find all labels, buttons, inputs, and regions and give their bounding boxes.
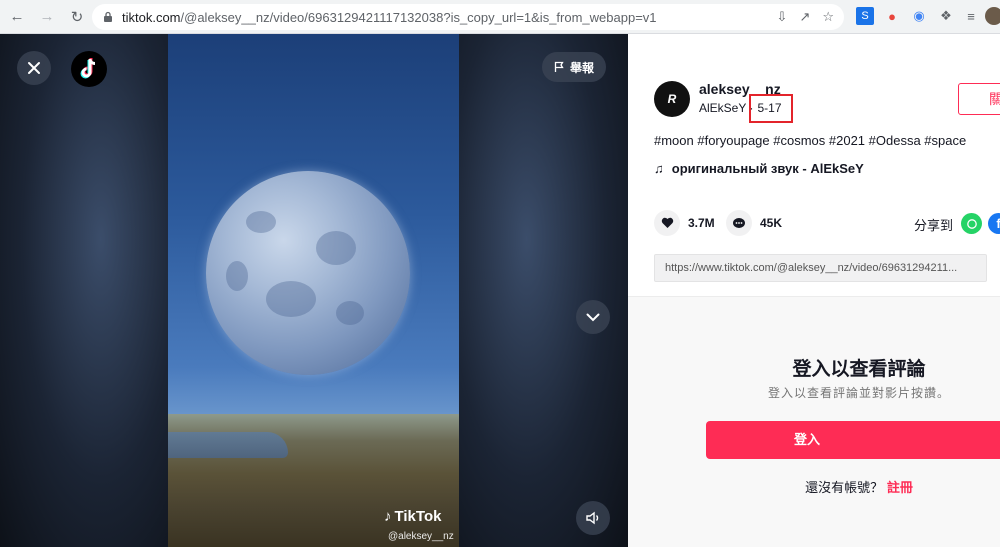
speaker-icon: [586, 511, 599, 525]
signup-link[interactable]: 註冊: [887, 480, 913, 495]
chevron-down-icon: [586, 313, 600, 321]
extensions-puzzle-icon[interactable]: ❖: [937, 7, 955, 25]
date-highlight-box: [749, 94, 793, 123]
moon-image: [206, 171, 410, 375]
bookmark-star-icon[interactable]: ☆: [822, 9, 834, 25]
music-link[interactable]: ♫ оригинальный звук - AlEkSeY: [654, 161, 864, 176]
close-button[interactable]: [17, 51, 51, 85]
video-player-area: 舉報 ♪ TikTok @aleksey__nz: [0, 34, 628, 547]
flag-icon: [554, 61, 564, 72]
url-path: /@aleksey__nz/video/6963129421117132038?…: [180, 9, 657, 25]
heart-icon: [654, 210, 680, 236]
comment-stat[interactable]: 45K: [726, 210, 782, 236]
extension-globe-icon[interactable]: ◉: [910, 7, 928, 25]
address-bar[interactable]: tiktok.com/@aleksey__nz/video/6963129421…: [92, 4, 844, 30]
lake-image: [168, 432, 288, 458]
reload-icon[interactable]: ↻: [64, 4, 90, 30]
tiktok-watermark: ♪ TikTok: [384, 508, 441, 525]
no-account-text: 還沒有帳號？: [805, 480, 884, 495]
share-label: 分享到: [914, 218, 954, 233]
profile-avatar-icon[interactable]: [985, 7, 1000, 25]
like-count: 3.7M: [688, 216, 715, 230]
login-subtitle: 登入以查看評論並對影片按讚。: [767, 386, 950, 400]
report-label: 舉報: [570, 60, 595, 75]
tiktok-logo[interactable]: [71, 51, 107, 87]
follow-button[interactable]: 關: [958, 83, 1000, 115]
video-blur-backdrop-left: [0, 34, 168, 547]
next-video-button[interactable]: [576, 300, 610, 334]
tiktok-watermark-icon: ♪: [384, 508, 392, 525]
forward-icon[interactable]: →: [34, 4, 60, 30]
music-title: оригинальный звук - AlEkSeY: [671, 161, 864, 176]
whatsapp-icon[interactable]: [961, 213, 982, 234]
url-host: tiktok.com: [122, 9, 181, 25]
video-detail-panel: R aleksey__nz AlEkSeY · 5-17 關 #moon #for…: [628, 34, 1000, 547]
comment-count: 45K: [760, 216, 783, 230]
share-link-field[interactable]: https://www.tiktok.com/@aleksey__nz/vide…: [654, 254, 987, 282]
author-avatar[interactable]: R: [654, 81, 690, 117]
browser-toolbar: ← → ↻ tiktok.com/@aleksey__nz/video/6963…: [0, 0, 1000, 34]
close-icon: [28, 62, 40, 74]
lock-icon: [104, 11, 112, 22]
reading-list-icon[interactable]: ≡: [962, 7, 980, 25]
login-button[interactable]: 登入: [706, 421, 1000, 459]
tiktok-note-icon: [80, 58, 96, 79]
tiktok-watermark-text: TikTok: [394, 508, 442, 525]
login-prompt: 登入以查看評論 登入以查看評論並對影片按讚。 登入 還沒有帳號？ 註冊: [628, 296, 1000, 547]
video-description: #moon #foryoupage #cosmos #2021 #Odessa …: [654, 133, 967, 148]
music-note-icon: ♫: [654, 161, 664, 176]
signup-row: 還沒有帳號？ 註冊: [628, 477, 1000, 496]
watermark-handle: @aleksey__nz: [388, 531, 454, 542]
author-nickname: AlEkSeY: [699, 101, 747, 115]
video-blur-backdrop-right: [459, 34, 628, 547]
like-stat[interactable]: 3.7M: [654, 210, 715, 236]
share-page-icon[interactable]: ↗: [799, 9, 810, 25]
back-icon[interactable]: ←: [4, 4, 30, 30]
extension-dots-icon[interactable]: ●: [883, 7, 901, 25]
volume-button[interactable]: [576, 501, 610, 535]
video-frame[interactable]: [168, 34, 459, 547]
comment-icon: [726, 210, 752, 236]
extension-s-icon[interactable]: S: [856, 7, 874, 25]
install-icon[interactable]: ⇩: [777, 9, 788, 25]
login-title: 登入以查看評論: [792, 359, 926, 380]
report-button[interactable]: 舉報: [542, 52, 607, 82]
avatar-text: R: [667, 92, 677, 106]
facebook-icon[interactable]: f: [988, 213, 1000, 234]
